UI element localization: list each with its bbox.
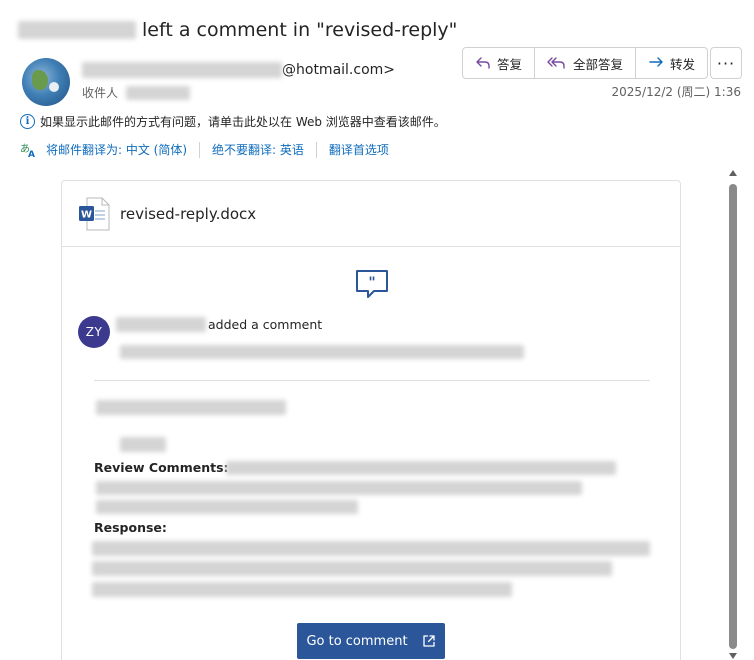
reply-button[interactable]: 答复 bbox=[463, 48, 536, 78]
go-to-comment-button[interactable]: Go to comment bbox=[297, 623, 445, 659]
svg-text:": " bbox=[368, 275, 375, 291]
comment-quote-icon: " bbox=[356, 270, 388, 298]
info-text[interactable]: 如果显示此邮件的方式有问题，请单击此处以在 Web 浏览器中查看该邮件。 bbox=[40, 113, 446, 130]
reply-actions: 答复 全部答复 转发 bbox=[462, 47, 709, 79]
never-translate-link[interactable]: 绝不要翻译: 英语 bbox=[212, 141, 304, 158]
sender-avatar[interactable] bbox=[22, 58, 70, 106]
document-name[interactable]: revised-reply.docx bbox=[120, 205, 256, 223]
forward-label: 转发 bbox=[670, 56, 696, 72]
redacted-body-line bbox=[96, 400, 286, 415]
redacted-quoted-text bbox=[120, 345, 524, 359]
info-icon: i bbox=[20, 114, 35, 129]
translate-bar: あ A 将邮件翻译为: 中文 (简体) 绝不要翻译: 英语 翻译首选项 bbox=[20, 141, 389, 158]
recipient-line: 收件人 bbox=[82, 84, 191, 101]
scrollbar-thumb[interactable] bbox=[729, 184, 737, 649]
svg-text:A: A bbox=[28, 150, 35, 158]
open-external-icon bbox=[422, 635, 435, 647]
divider bbox=[94, 380, 650, 381]
redacted-review-text bbox=[226, 461, 616, 475]
redacted-response-text bbox=[92, 582, 512, 597]
reply-all-icon bbox=[547, 57, 565, 69]
translate-to-link[interactable]: 将邮件翻译为: 中文 (简体) bbox=[46, 141, 187, 158]
sender-domain: @hotmail.com> bbox=[282, 62, 396, 78]
redacted-commenter-name bbox=[116, 317, 206, 332]
word-doc-icon: W bbox=[79, 197, 110, 230]
redacted-review-text bbox=[96, 481, 582, 495]
commenter-line: added a comment bbox=[116, 317, 322, 332]
reply-arrow-icon bbox=[476, 57, 490, 69]
email-subject: left a comment in "revised-reply" bbox=[18, 16, 457, 44]
vertical-scrollbar[interactable] bbox=[728, 170, 738, 660]
translate-icon: あ A bbox=[20, 143, 35, 158]
commenter-avatar: ZY bbox=[78, 316, 110, 348]
response-label: Response: bbox=[94, 520, 167, 535]
redacted-sender-email bbox=[82, 62, 282, 78]
reply-all-button[interactable]: 全部答复 bbox=[535, 48, 637, 78]
scroll-down-icon[interactable] bbox=[729, 653, 737, 659]
redacted-review-text bbox=[96, 500, 358, 514]
redacted-response-text bbox=[92, 541, 650, 556]
redacted-response-text bbox=[92, 561, 612, 576]
sender-address[interactable]: @hotmail.com> bbox=[82, 62, 395, 78]
review-comments-label: Review Comments: bbox=[94, 460, 229, 475]
subject-text: left a comment in "revised-reply" bbox=[142, 19, 458, 41]
forward-button[interactable]: 转发 bbox=[636, 48, 707, 78]
separator bbox=[199, 141, 201, 158]
separator bbox=[315, 141, 317, 158]
go-to-comment-label: Go to comment bbox=[306, 633, 408, 649]
reply-all-label: 全部答复 bbox=[573, 56, 624, 72]
forward-arrow-icon bbox=[649, 57, 663, 67]
redacted-sender-name bbox=[18, 21, 136, 39]
reply-label: 答复 bbox=[497, 56, 523, 72]
translate-preferences-link[interactable]: 翻译首选项 bbox=[329, 141, 389, 158]
card-header[interactable]: W revised-reply.docx bbox=[62, 181, 680, 247]
svg-text:W: W bbox=[81, 209, 92, 220]
email-date: 2025/12/2 (周二) 1:36 bbox=[611, 85, 741, 99]
redacted-recipient[interactable] bbox=[126, 85, 191, 100]
recipient-label: 收件人 bbox=[82, 86, 119, 100]
comment-action-text: added a comment bbox=[208, 317, 323, 332]
comment-card: W revised-reply.docx " ZY added a commen… bbox=[61, 180, 681, 660]
more-actions-button[interactable]: ··· bbox=[710, 47, 742, 79]
info-bar[interactable]: i 如果显示此邮件的方式有问题，请单击此处以在 Web 浏览器中查看该邮件。 bbox=[20, 113, 446, 130]
scroll-up-icon[interactable] bbox=[729, 170, 737, 176]
redacted-body-line bbox=[120, 437, 166, 452]
